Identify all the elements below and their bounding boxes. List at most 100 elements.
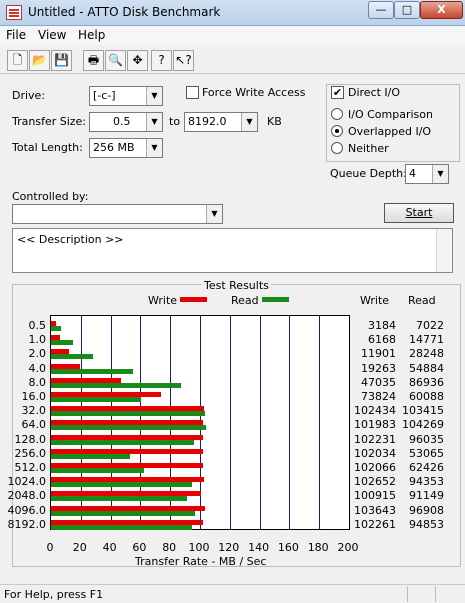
print-icon[interactable]: 🖶 bbox=[83, 50, 104, 71]
read-value: 7022 bbox=[416, 319, 444, 332]
col-read-header: Read bbox=[408, 294, 436, 307]
write-value: 103643 bbox=[354, 503, 396, 517]
title-bar[interactable]: Untitled - ATTO Disk Benchmark — □ X bbox=[0, 0, 465, 26]
total-length-dropdown[interactable]: 256 MB ▼ bbox=[89, 138, 163, 158]
move-icon[interactable]: ✥ bbox=[127, 50, 148, 71]
status-text: For Help, press F1 bbox=[4, 588, 104, 601]
read-value: 53065 bbox=[409, 446, 444, 460]
chevron-down-icon[interactable]: ▼ bbox=[241, 113, 257, 131]
maximize-button[interactable]: □ bbox=[394, 1, 420, 19]
read-bar bbox=[51, 524, 193, 530]
help-icon[interactable]: ? bbox=[151, 50, 172, 71]
read-value: 94353 bbox=[409, 475, 444, 489]
force-write-label: Force Write Access bbox=[202, 86, 306, 99]
chevron-down-icon[interactable]: ▼ bbox=[146, 87, 162, 105]
transfer-size-tick-label: 256.0 bbox=[14, 446, 47, 460]
overlapped-io-radio[interactable] bbox=[331, 125, 343, 137]
force-write-checkbox[interactable] bbox=[186, 86, 199, 99]
window-title: Untitled - ATTO Disk Benchmark bbox=[28, 5, 221, 19]
open-folder-icon[interactable]: 📂 bbox=[29, 50, 50, 71]
status-pane bbox=[435, 586, 463, 602]
transfer-size-tick-label: 1024.0 bbox=[7, 475, 47, 489]
app-icon bbox=[6, 5, 22, 20]
direct-io-label: Direct I/O bbox=[348, 86, 401, 99]
x-tick-label: 180 bbox=[307, 541, 329, 554]
total-length-label: Total Length: bbox=[12, 141, 83, 154]
kb-label: KB bbox=[267, 115, 282, 128]
col-write-header: Write bbox=[360, 294, 390, 307]
description-scrollbar[interactable] bbox=[436, 229, 452, 272]
save-icon[interactable]: 💾 bbox=[51, 50, 72, 71]
gridline bbox=[229, 316, 231, 529]
queue-depth-dropdown[interactable]: 4 ▼ bbox=[405, 164, 449, 184]
x-tick-label: 0 bbox=[46, 541, 54, 554]
toolbar: 🗋 📂 💾 🖶 🔍 ✥ ? ↖? bbox=[0, 46, 465, 74]
read-value: 28248 bbox=[409, 347, 444, 361]
print-preview-icon[interactable]: 🔍 bbox=[105, 50, 126, 71]
write-value: 101983 bbox=[354, 418, 396, 432]
read-value: 104269 bbox=[402, 418, 444, 432]
start-button[interactable]: Start bbox=[384, 203, 454, 223]
close-button[interactable]: X bbox=[420, 1, 463, 19]
legend-write-label: Write bbox=[148, 294, 178, 307]
transfer-size-tick-label: 8192.0 bbox=[7, 517, 47, 531]
read-bar bbox=[51, 510, 196, 516]
read-bar bbox=[51, 468, 144, 473]
x-tick-label: 20 bbox=[72, 541, 87, 554]
menu-help[interactable]: Help bbox=[78, 28, 105, 42]
chevron-down-icon[interactable]: ▼ bbox=[206, 205, 222, 223]
direct-io-checkbox[interactable]: ✔ bbox=[331, 86, 344, 99]
results-title: Test Results bbox=[202, 279, 271, 292]
neither-radio[interactable] bbox=[331, 142, 343, 154]
transfer-size-tick-label: 4096.0 bbox=[7, 503, 47, 517]
context-help-icon[interactable]: ↖? bbox=[173, 50, 194, 71]
transfer-size-tick-label: 1.0 bbox=[28, 333, 47, 347]
read-value: 54884 bbox=[409, 361, 444, 375]
write-value: 102434 bbox=[354, 404, 396, 418]
new-file-icon[interactable]: 🗋 bbox=[7, 50, 28, 71]
drive-value: [-c-] bbox=[93, 89, 116, 102]
read-bar bbox=[51, 496, 187, 502]
transfer-to-value: 8192.0 bbox=[188, 115, 227, 128]
read-bar bbox=[51, 482, 192, 488]
menu-bar: File View Help bbox=[0, 26, 465, 45]
write-value: 102066 bbox=[354, 461, 396, 474]
status-pane bbox=[407, 586, 435, 602]
transfer-to-dropdown[interactable]: 8192.0 ▼ bbox=[184, 112, 258, 132]
read-value: 91149 bbox=[409, 489, 444, 503]
write-value: 3184 bbox=[368, 319, 396, 332]
menu-file[interactable]: File bbox=[6, 28, 26, 42]
read-bar bbox=[51, 453, 131, 459]
neither-label: Neither bbox=[348, 142, 389, 155]
gridline bbox=[319, 316, 321, 529]
read-bar bbox=[51, 354, 94, 360]
status-bar: For Help, press F1 bbox=[0, 584, 465, 603]
controlled-by-dropdown[interactable]: ▼ bbox=[12, 204, 223, 224]
chevron-down-icon[interactable]: ▼ bbox=[146, 113, 162, 131]
read-value: 62426 bbox=[409, 461, 444, 474]
minimize-button[interactable]: — bbox=[368, 1, 394, 19]
overlapped-io-label: Overlapped I/O bbox=[348, 125, 432, 138]
menu-view[interactable]: View bbox=[38, 28, 66, 42]
transfer-from-dropdown[interactable]: 0.5 ▼ bbox=[89, 112, 163, 132]
read-bar bbox=[51, 425, 207, 431]
description-text: << Description >> bbox=[17, 233, 124, 246]
transfer-size-tick-label: 32.0 bbox=[21, 404, 47, 418]
chevron-down-icon[interactable]: ▼ bbox=[432, 165, 448, 183]
controlled-by-label: Controlled by: bbox=[12, 190, 89, 203]
transfer-size-tick-label: 8.0 bbox=[28, 375, 47, 389]
drive-label: Drive: bbox=[12, 89, 46, 102]
chevron-down-icon[interactable]: ▼ bbox=[146, 139, 162, 157]
read-bar bbox=[51, 340, 73, 346]
drive-dropdown[interactable]: [-c-] ▼ bbox=[89, 86, 163, 106]
x-tick-label: 80 bbox=[162, 541, 177, 554]
x-tick-label: 200 bbox=[337, 541, 359, 554]
read-value: 96908 bbox=[409, 503, 444, 517]
transfer-size-tick-label: 2048.0 bbox=[7, 489, 47, 503]
transfer-size-tick-label: 128.0 bbox=[14, 432, 47, 446]
io-comparison-radio[interactable] bbox=[331, 108, 343, 120]
description-field[interactable]: << Description >> bbox=[12, 228, 453, 273]
transfer-size-tick-label: 16.0 bbox=[21, 390, 47, 403]
write-value: 6168 bbox=[368, 333, 396, 347]
read-bar bbox=[51, 411, 206, 417]
